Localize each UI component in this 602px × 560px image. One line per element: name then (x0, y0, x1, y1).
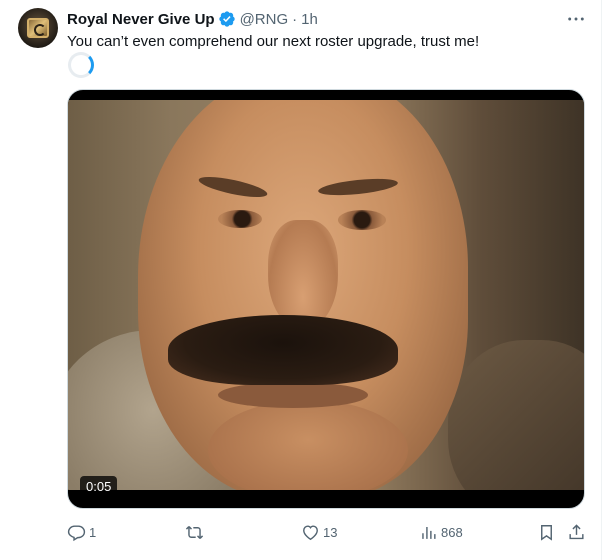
post[interactable]: Royal Never Give Up @RNG · 1h You can’t … (0, 0, 602, 560)
separator-dot: · (292, 10, 298, 28)
more-options-icon[interactable] (566, 10, 586, 28)
like-count: 13 (323, 524, 338, 540)
bookmark-icon (541, 524, 552, 541)
video-mouth (218, 382, 368, 408)
video-player[interactable]: 0:05 (67, 89, 585, 509)
video-mustache (168, 315, 398, 385)
video-eye-right (338, 210, 386, 230)
post-header: Royal Never Give Up @RNG · 1h (67, 9, 318, 29)
reply-count: 1 (89, 524, 97, 540)
bookmark-button[interactable] (537, 520, 556, 544)
video-thumbnail[interactable] (68, 100, 584, 490)
display-name[interactable]: Royal Never Give Up (67, 11, 215, 28)
like-button[interactable]: 13 (301, 520, 337, 544)
video-chin (208, 400, 408, 490)
post-text: You can’t even comprehend our next roste… (67, 33, 480, 50)
views-button[interactable]: 868 (419, 520, 463, 544)
video-eye-left (218, 210, 262, 228)
repost-button[interactable] (185, 520, 207, 544)
video-nose (268, 220, 338, 330)
loading-spinner-icon (68, 52, 94, 78)
video-duration-badge: 0:05 (80, 476, 118, 498)
video-shoulder-right (448, 340, 584, 490)
post-time[interactable]: 1h (301, 11, 318, 28)
repost-icon (185, 525, 204, 539)
share-button[interactable] (567, 520, 586, 544)
verified-badge-icon[interactable] (218, 10, 236, 28)
reply-icon (67, 524, 86, 541)
reply-button[interactable]: 1 (67, 520, 96, 544)
action-bar: 1 13 868 (67, 520, 587, 544)
rng-logo-icon (27, 18, 49, 38)
avatar[interactable] (18, 8, 58, 48)
author-handle[interactable]: @RNG (240, 11, 289, 28)
view-count: 868 (441, 524, 463, 540)
share-icon (569, 523, 584, 539)
analytics-icon (422, 526, 436, 539)
heart-icon (303, 524, 318, 540)
